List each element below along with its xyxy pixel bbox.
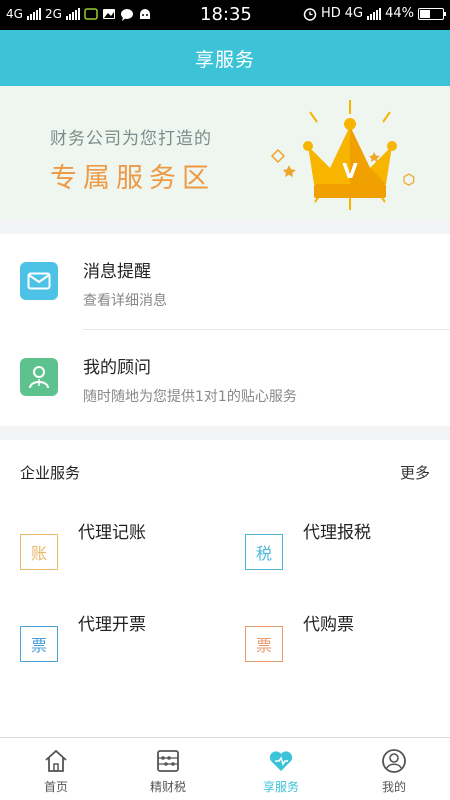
enterprise-services-header: 企业服务 更多	[0, 448, 450, 492]
tab-label: 首页	[43, 780, 68, 794]
invoice-icon: 票	[20, 626, 58, 662]
bookkeeping-icon: 账	[20, 534, 58, 570]
my-advisor-title: 我的顾问	[83, 358, 151, 378]
tab-home[interactable]: 首页	[0, 738, 112, 800]
bottom-tab-bar: 首页 精财税 享服务 我的	[0, 737, 450, 800]
network-type-1: 4G	[6, 7, 23, 21]
tab-label: 精财税	[149, 780, 186, 794]
my-advisor-desc: 随时随地为您提供1对1的贴心服务	[83, 389, 297, 405]
home-icon	[45, 749, 67, 772]
crown-letter: V	[342, 159, 358, 183]
crown-icon: V	[270, 100, 415, 210]
banner-subtitle: 财务公司为您打造的	[50, 129, 212, 149]
signal-icon	[26, 8, 41, 20]
section-gap	[0, 220, 450, 234]
signal-icon-3	[367, 7, 382, 20]
network-type-3: 4G	[344, 6, 364, 21]
advisor-icon	[20, 358, 58, 396]
battery-percent: 44%	[385, 6, 414, 21]
service-ticket-purchase[interactable]: 票 代购票	[245, 610, 445, 680]
banner-title: 专属服务区	[50, 163, 215, 194]
tab-label: 我的	[381, 780, 406, 794]
abacus-icon	[157, 750, 179, 772]
enterprise-services-title: 企业服务	[20, 464, 81, 482]
service-invoicing[interactable]: 票 代理开票	[20, 610, 220, 680]
my-advisor-item[interactable]: 我的顾问 随时随地为您提供1对1的贴心服务	[0, 330, 450, 424]
message-reminder-title: 消息提醒	[83, 262, 151, 282]
app-header: 享服务	[0, 30, 450, 86]
message-reminder-desc: 查看详细消息	[83, 293, 167, 309]
image-icon	[102, 9, 115, 19]
service-tax-filing[interactable]: 税 代理报税	[245, 518, 445, 588]
service-label: 代购票	[303, 615, 354, 635]
ticket-icon: 票	[245, 626, 283, 662]
tab-label: 享服务	[262, 780, 299, 794]
section-gap	[0, 426, 450, 440]
tab-me[interactable]: 我的	[338, 738, 450, 800]
service-label: 代理报税	[303, 523, 371, 543]
heart-icon	[269, 751, 293, 771]
signal-icon-2	[65, 8, 80, 20]
sim-icon	[84, 8, 98, 20]
message-reminder-item[interactable]: 消息提醒 查看详细消息	[0, 234, 450, 328]
chat-icon	[120, 8, 133, 21]
network-type-2: 2G	[44, 7, 62, 21]
page-title: 享服务	[194, 48, 255, 71]
more-link[interactable]: 更多	[400, 462, 430, 483]
promo-banner[interactable]: 财务公司为您打造的 专属服务区 V	[0, 86, 450, 220]
status-time: 18:35	[200, 4, 252, 25]
android-icon	[139, 9, 150, 19]
profile-icon	[382, 749, 406, 773]
tab-services[interactable]: 享服务	[225, 738, 337, 800]
mail-icon	[20, 262, 58, 300]
service-bookkeeping[interactable]: 账 代理记账	[20, 518, 220, 588]
battery-icon	[418, 7, 446, 20]
hd-label: HD	[320, 6, 341, 21]
service-label: 代理开票	[78, 615, 146, 635]
status-bar: 4G 2G 18:35 HD 4G 44%	[0, 0, 450, 30]
alarm-icon	[303, 7, 317, 21]
service-label: 代理记账	[78, 523, 146, 543]
tax-icon: 税	[245, 534, 283, 570]
tab-finance-tax[interactable]: 精财税	[112, 738, 224, 800]
